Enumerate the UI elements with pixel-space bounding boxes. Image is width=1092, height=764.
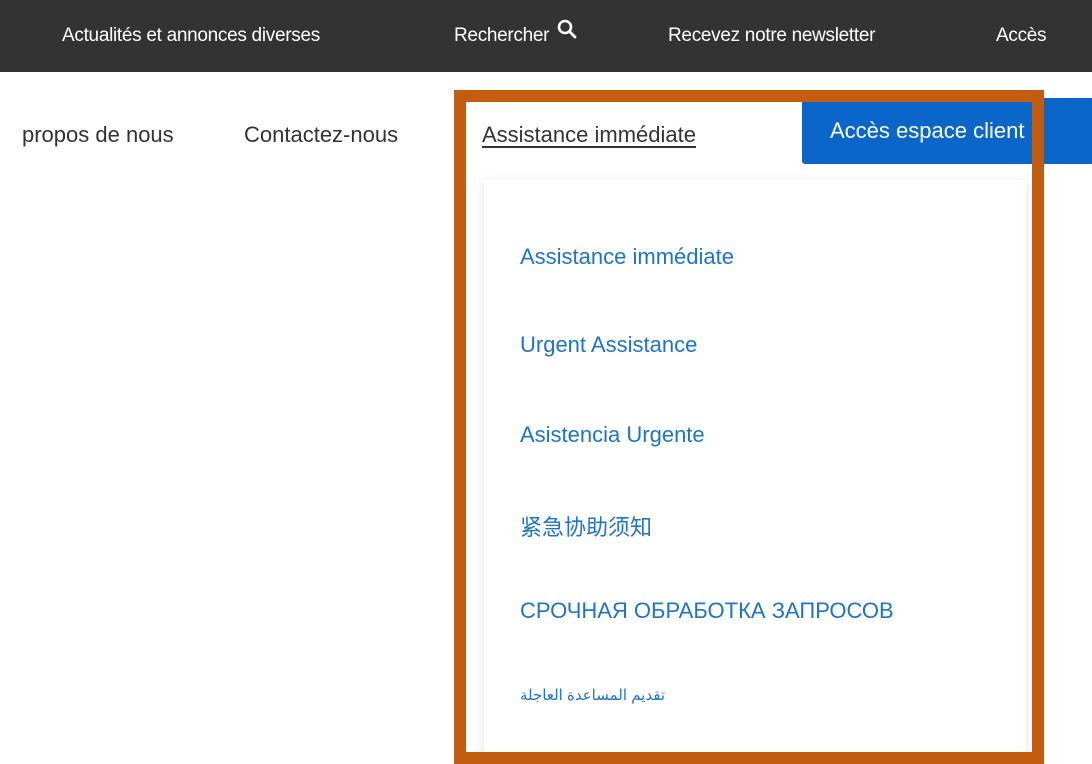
search-icon bbox=[557, 0, 577, 70]
dropdown-item-assistance-ru[interactable]: СРОЧНАЯ ОБРАБОТКА ЗАПРОСОВ bbox=[520, 598, 894, 624]
dropdown-item-assistance-en[interactable]: Urgent Assistance bbox=[520, 332, 697, 358]
nav-link-about[interactable]: propos de nous bbox=[22, 122, 174, 148]
topbar-item-access[interactable]: Accès bbox=[996, 0, 1047, 72]
topbar-search-label: Rechercher bbox=[454, 25, 550, 46]
dropdown-item-assistance-ar[interactable]: تقديم المساعدة العاجلة bbox=[520, 686, 665, 704]
topbar-item-newsletter[interactable]: Recevez notre newsletter bbox=[668, 0, 875, 72]
dropdown-item-assistance-fr[interactable]: Assistance immédiate bbox=[520, 244, 734, 270]
dropdown-item-assistance-zh[interactable]: 紧急协助须知 bbox=[520, 510, 652, 542]
client-space-button[interactable]: Accès espace client bbox=[802, 98, 1092, 164]
top-bar: Actualités et annonces diverses Recherch… bbox=[0, 0, 1092, 72]
dropdown-item-assistance-es[interactable]: Asistencia Urgente bbox=[520, 422, 705, 448]
assistance-dropdown-menu: Assistance immédiate Urgent Assistance A… bbox=[484, 180, 1026, 756]
topbar-item-news[interactable]: Actualités et annonces diverses bbox=[62, 0, 320, 72]
topbar-item-search[interactable]: Rechercher bbox=[454, 0, 577, 72]
nav-link-assistance[interactable]: Assistance immédiate bbox=[482, 122, 696, 148]
nav-link-contact[interactable]: Contactez-nous bbox=[244, 122, 398, 148]
